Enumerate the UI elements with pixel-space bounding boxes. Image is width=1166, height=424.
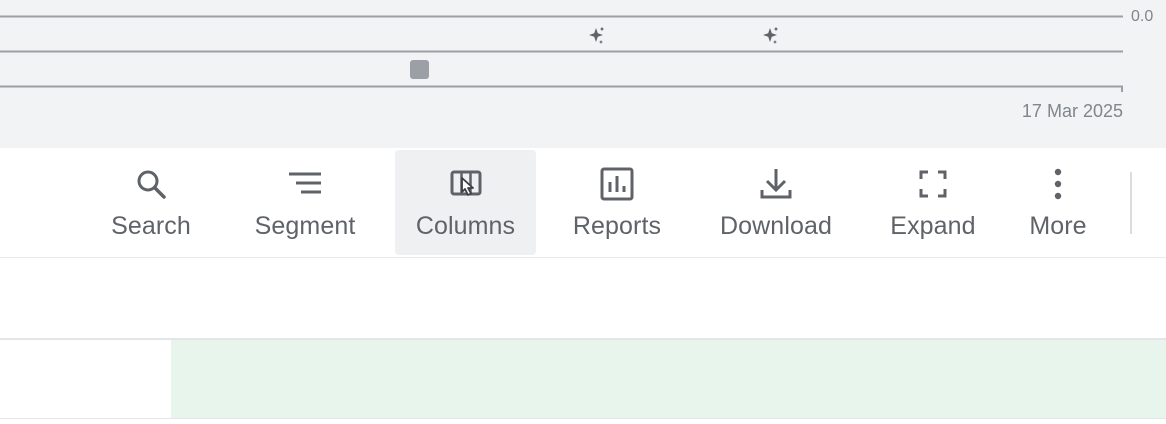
search-button-label: Search	[111, 212, 191, 240]
more-button-label: More	[1029, 212, 1087, 240]
segment-icon	[285, 164, 325, 204]
more-vert-icon	[1038, 164, 1078, 204]
segment-button-label: Segment	[254, 212, 356, 240]
reports-button[interactable]: Reports	[562, 148, 672, 256]
table-header-row	[0, 258, 1166, 340]
annotation-sparkle-icon[interactable]	[589, 27, 604, 44]
columns-button-label: Columns	[415, 212, 516, 240]
y-axis-tick-label: 0.0	[1131, 8, 1154, 25]
segment-button[interactable]: Segment	[244, 148, 366, 256]
chart-svg	[0, 15, 1123, 92]
highlighted-cell	[171, 340, 1166, 418]
search-icon	[131, 164, 171, 204]
chart-area: 0.0 17 Mar 2025	[0, 0, 1166, 148]
annotation-square-marker[interactable]	[410, 60, 429, 79]
table-toolbar: Search Segment Columns Reports Download …	[0, 148, 1166, 258]
expand-button[interactable]: Expand	[880, 148, 986, 256]
annotation-sparkle-icon[interactable]	[763, 27, 778, 44]
download-icon	[756, 164, 796, 204]
toolbar-divider	[1130, 172, 1132, 234]
columns-icon	[446, 164, 486, 204]
screen: 0.0 17 Mar 2025 Search Segment Columns R…	[0, 0, 1166, 424]
table-row[interactable]	[0, 340, 1166, 419]
expand-icon	[913, 164, 953, 204]
download-button-label: Download	[720, 212, 832, 240]
download-button[interactable]: Download	[706, 148, 846, 256]
x-axis-tick-label: 17 Mar 2025	[1021, 101, 1123, 121]
reports-button-label: Reports	[572, 212, 662, 240]
search-button[interactable]: Search	[104, 148, 198, 256]
reports-icon	[597, 164, 637, 204]
expand-button-label: Expand	[890, 212, 976, 240]
columns-button[interactable]: Columns	[395, 150, 536, 255]
more-button[interactable]: More	[1018, 148, 1098, 256]
